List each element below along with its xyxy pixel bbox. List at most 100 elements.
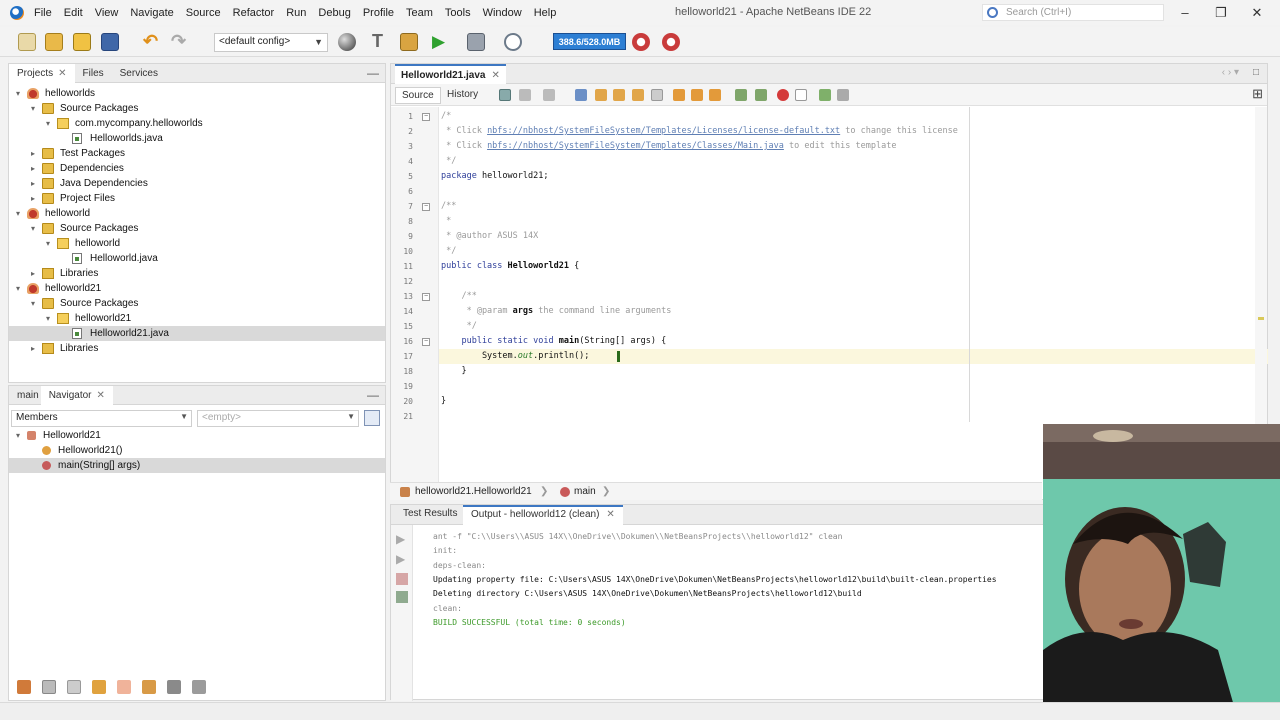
collapse-arrow-icon[interactable]: ▸ [28, 191, 38, 206]
fold-toggle-icon[interactable]: − [422, 113, 430, 121]
tab-list-arrows[interactable]: ‹ › ▾ [1222, 67, 1239, 78]
collapse-arrow-icon[interactable]: ▸ [28, 266, 38, 281]
static-filter-icon[interactable] [42, 680, 56, 694]
code-line[interactable]: /* [439, 109, 1268, 124]
rerun-icon[interactable]: ▶ [396, 533, 408, 545]
tab-output[interactable]: Output - helloworld12 (clean) ✕ [463, 505, 623, 525]
non-public-filter-icon[interactable] [67, 680, 81, 694]
search-input[interactable]: Search (Ctrl+I) [982, 4, 1164, 21]
code-line[interactable]: * Click nbfs://nbhost/SystemFileSystem/T… [439, 139, 1268, 154]
tree-item[interactable]: ▸ Libraries [9, 341, 385, 356]
find-previous-icon[interactable] [595, 89, 607, 101]
tab-services[interactable]: Services [112, 64, 166, 83]
expand-arrow-icon[interactable]: ▾ [13, 86, 23, 101]
build-hammer-icon[interactable]: T [372, 32, 390, 51]
code-line[interactable]: System.out.println(); [439, 349, 1268, 364]
collapse-arrow-icon[interactable]: ▸ [28, 161, 38, 176]
expand-arrow-icon[interactable]: ▾ [13, 281, 23, 296]
tree-item[interactable]: ▸ Dependencies [9, 161, 385, 176]
uncomment-icon[interactable] [837, 89, 849, 101]
last-edit-icon[interactable] [499, 89, 511, 101]
fields-filter-icon[interactable] [17, 680, 31, 694]
tree-item[interactable]: ▸ Test Packages [9, 146, 385, 161]
find-icon[interactable] [575, 89, 587, 101]
code-line[interactable]: package helloworld21; [439, 169, 1268, 184]
start-macro-icon[interactable] [777, 89, 789, 101]
debug-icon[interactable] [467, 33, 485, 51]
expand-arrow-icon[interactable]: ▾ [13, 428, 23, 443]
code-line[interactable]: */ [439, 244, 1268, 259]
close-icon[interactable]: ✕ [606, 509, 614, 520]
stop-macro-icon[interactable] [795, 89, 807, 101]
code-line[interactable]: * [439, 214, 1268, 229]
error-stripe-marker[interactable] [1258, 317, 1264, 320]
tree-item[interactable]: ▾ helloworld21 [9, 311, 385, 326]
shift-right-icon[interactable] [755, 89, 767, 101]
scope-select[interactable]: <empty> ▼ [197, 410, 359, 427]
toggle-bookmark-icon[interactable] [709, 89, 721, 101]
tree-item[interactable]: ▸ Project Files [9, 191, 385, 206]
back-icon[interactable] [519, 89, 531, 101]
memory-usage-indicator[interactable]: 388.6/528.0MB [553, 33, 626, 50]
menu-refactor[interactable]: Refactor [233, 7, 275, 19]
menu-view[interactable]: View [95, 7, 119, 19]
menu-tools[interactable]: Tools [445, 7, 471, 19]
code-line[interactable]: public static void main(String[] args) { [439, 334, 1268, 349]
menu-window[interactable]: Window [483, 7, 522, 19]
tab-helloworld21-java[interactable]: Helloworld21.java ✕ [395, 64, 506, 84]
tab-main[interactable]: main [9, 386, 41, 405]
maximize-button[interactable]: ❐ [1211, 5, 1231, 21]
close-icon[interactable]: ✕ [58, 68, 66, 79]
tree-item[interactable]: ▾ Source Packages [9, 296, 385, 311]
find-selection-icon[interactable] [632, 89, 644, 101]
tree-item[interactable]: ▾ helloworlds [9, 86, 385, 101]
expand-arrow-icon[interactable]: ▾ [13, 206, 23, 221]
tree-item[interactable]: ▾ helloworld [9, 236, 385, 251]
tree-item[interactable]: ▾ helloworld21 [9, 281, 385, 296]
code-line[interactable]: * @param args the command line arguments [439, 304, 1268, 319]
expand-arrow-icon[interactable]: ▾ [43, 236, 53, 251]
inherited-filter-icon[interactable] [92, 680, 106, 694]
code-line[interactable] [439, 379, 1268, 394]
minimize-panel-button[interactable]: — [367, 388, 379, 402]
tree-item[interactable]: ▸ Libraries [9, 266, 385, 281]
code-line[interactable]: */ [439, 154, 1268, 169]
tree-item[interactable]: ▾ Source Packages [9, 221, 385, 236]
tree-item[interactable]: Helloworld.java [9, 251, 385, 266]
close-icon[interactable]: ✕ [97, 390, 105, 401]
new-file-icon[interactable] [18, 33, 36, 51]
tree-item[interactable]: ▸ Java Dependencies [9, 176, 385, 191]
menu-profile[interactable]: Profile [363, 7, 394, 19]
tree-item[interactable]: ▾ helloworld [9, 206, 385, 221]
expand-arrow-icon[interactable]: ▾ [43, 116, 53, 131]
expand-arrow-icon[interactable]: ▾ [43, 311, 53, 326]
forward-icon[interactable] [543, 89, 555, 101]
settings-icon[interactable] [396, 591, 408, 603]
globe-icon[interactable] [338, 33, 356, 51]
code-line[interactable] [439, 274, 1268, 289]
code-line[interactable] [439, 409, 1268, 424]
minimize-button[interactable]: – [1175, 5, 1195, 20]
expand-arrow-icon[interactable]: ▾ [28, 296, 38, 311]
navigator-item[interactable]: Helloworld21() [9, 443, 385, 458]
menu-team[interactable]: Team [406, 7, 433, 19]
collapse-arrow-icon[interactable]: ▸ [28, 176, 38, 191]
stop-icon[interactable] [396, 573, 408, 585]
minimize-panel-button[interactable]: — [367, 66, 379, 80]
menu-source[interactable]: Source [186, 7, 221, 19]
sort-by-name-icon[interactable] [142, 680, 156, 694]
next-bookmark-icon[interactable] [691, 89, 703, 101]
close-button[interactable]: ✕ [1247, 5, 1267, 21]
code-line[interactable]: * Click nbfs://nbhost/SystemFileSystem/T… [439, 124, 1268, 139]
code-line[interactable]: */ [439, 319, 1268, 334]
close-icon[interactable]: ✕ [491, 70, 499, 81]
redo-icon[interactable]: ↷ [171, 32, 189, 51]
tab-test-results[interactable]: Test Results [395, 505, 465, 525]
code-line[interactable]: * @author ASUS 14X [439, 229, 1268, 244]
fold-toggle-icon[interactable]: − [422, 203, 430, 211]
sort-filter-icon[interactable] [117, 680, 131, 694]
menu-help[interactable]: Help [534, 7, 557, 19]
tree-item[interactable]: Helloworld21.java [9, 326, 385, 341]
collapse-arrow-icon[interactable]: ▸ [28, 341, 38, 356]
tree-item[interactable]: ▾ Source Packages [9, 101, 385, 116]
